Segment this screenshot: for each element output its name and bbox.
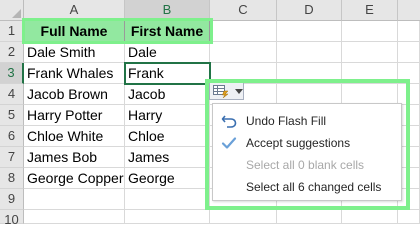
cell-a8[interactable]: George Copper <box>24 168 125 189</box>
menu-item-label: Select all 0 blank cells <box>246 158 365 172</box>
empty-cell[interactable] <box>210 21 277 42</box>
cell-a3[interactable]: Frank Whales <box>24 63 125 84</box>
cell-a6[interactable]: Chloe White <box>24 126 125 147</box>
undo-icon <box>221 115 237 128</box>
row-header-5[interactable]: 5 <box>0 105 24 126</box>
cell-a2[interactable]: Dale Smith <box>24 42 125 63</box>
cell-b7[interactable]: James <box>125 147 210 168</box>
cell-b5[interactable]: Harry <box>125 105 210 126</box>
cell-b6[interactable]: Chloe <box>125 126 210 147</box>
row-header-8[interactable]: 8 <box>0 168 24 189</box>
header-cell-full-name[interactable]: Full Name <box>24 21 125 42</box>
menu-item-label: Undo Flash Fill <box>246 114 327 128</box>
cell-b8[interactable]: George <box>125 168 210 189</box>
column-header-e[interactable]: E <box>342 0 398 21</box>
active-cell-outline <box>124 62 211 85</box>
column-header-a[interactable]: A <box>24 0 125 21</box>
empty-cell[interactable] <box>398 21 420 42</box>
empty-cell[interactable] <box>277 210 342 224</box>
menu-item-label: Accept suggestions <box>246 136 351 150</box>
empty-cell[interactable] <box>398 210 420 224</box>
empty-cell[interactable] <box>342 84 398 105</box>
flash-fill-options-menu: Undo Flash Fill Accept suggestions Selec… <box>212 103 402 201</box>
column-header-c[interactable]: C <box>210 0 277 21</box>
cell-a9[interactable] <box>24 189 125 210</box>
empty-cell[interactable] <box>398 42 420 63</box>
cell-b10[interactable] <box>125 210 210 224</box>
empty-cell[interactable] <box>277 63 342 84</box>
menu-item-accept-suggestions[interactable]: Accept suggestions <box>213 132 401 154</box>
flash-fill-options-icon <box>213 85 229 98</box>
cell-a4[interactable]: Jacob Brown <box>24 84 125 105</box>
row-header-4[interactable]: 4 <box>0 84 24 105</box>
cell-a5[interactable]: Harry Potter <box>24 105 125 126</box>
select-all-triangle-icon <box>12 9 21 18</box>
row-header-7[interactable]: 7 <box>0 147 24 168</box>
row-header-2[interactable]: 2 <box>0 42 24 63</box>
empty-cell[interactable] <box>342 42 398 63</box>
chevron-down-icon <box>235 89 243 94</box>
empty-cell[interactable] <box>342 63 398 84</box>
column-header-f-partial[interactable] <box>398 0 420 21</box>
column-header-d[interactable]: D <box>277 0 342 21</box>
spreadsheet-grid: A B C D E 1 2 3 4 5 6 7 8 9 10 Full Name… <box>0 0 420 227</box>
menu-item-undo-flash-fill[interactable]: Undo Flash Fill <box>213 110 401 132</box>
checkmark-icon <box>221 137 237 149</box>
empty-cell[interactable] <box>277 21 342 42</box>
flash-fill-options-button[interactable] <box>209 82 244 100</box>
empty-cell[interactable] <box>277 42 342 63</box>
cell-a10[interactable] <box>24 210 125 224</box>
menu-item-select-blank-cells: Select all 0 blank cells <box>213 154 401 176</box>
empty-cell[interactable] <box>210 210 277 224</box>
empty-cell[interactable] <box>398 84 420 105</box>
row-header-3[interactable]: 3 <box>0 63 24 84</box>
row-header-1[interactable]: 1 <box>0 21 24 42</box>
cell-b9[interactable] <box>125 189 210 210</box>
empty-cell[interactable] <box>342 210 398 224</box>
row-header-6[interactable]: 6 <box>0 126 24 147</box>
header-cell-first-name[interactable]: First Name <box>125 21 210 42</box>
empty-cell[interactable] <box>398 63 420 84</box>
select-all-corner[interactable] <box>0 0 24 21</box>
cell-b2[interactable]: Dale <box>125 42 210 63</box>
menu-item-select-changed-cells[interactable]: Select all 6 changed cells <box>213 176 401 198</box>
row-header-9[interactable]: 9 <box>0 189 24 210</box>
empty-cell[interactable] <box>210 63 277 84</box>
column-header-b[interactable]: B <box>125 0 210 21</box>
empty-cell[interactable] <box>210 42 277 63</box>
empty-cell[interactable] <box>342 21 398 42</box>
menu-item-label: Select all 6 changed cells <box>246 180 382 194</box>
cell-a7[interactable]: James Bob <box>24 147 125 168</box>
empty-cell[interactable] <box>277 84 342 105</box>
row-header-10[interactable]: 10 <box>0 210 24 227</box>
cell-b4[interactable]: Jacob <box>125 84 210 105</box>
